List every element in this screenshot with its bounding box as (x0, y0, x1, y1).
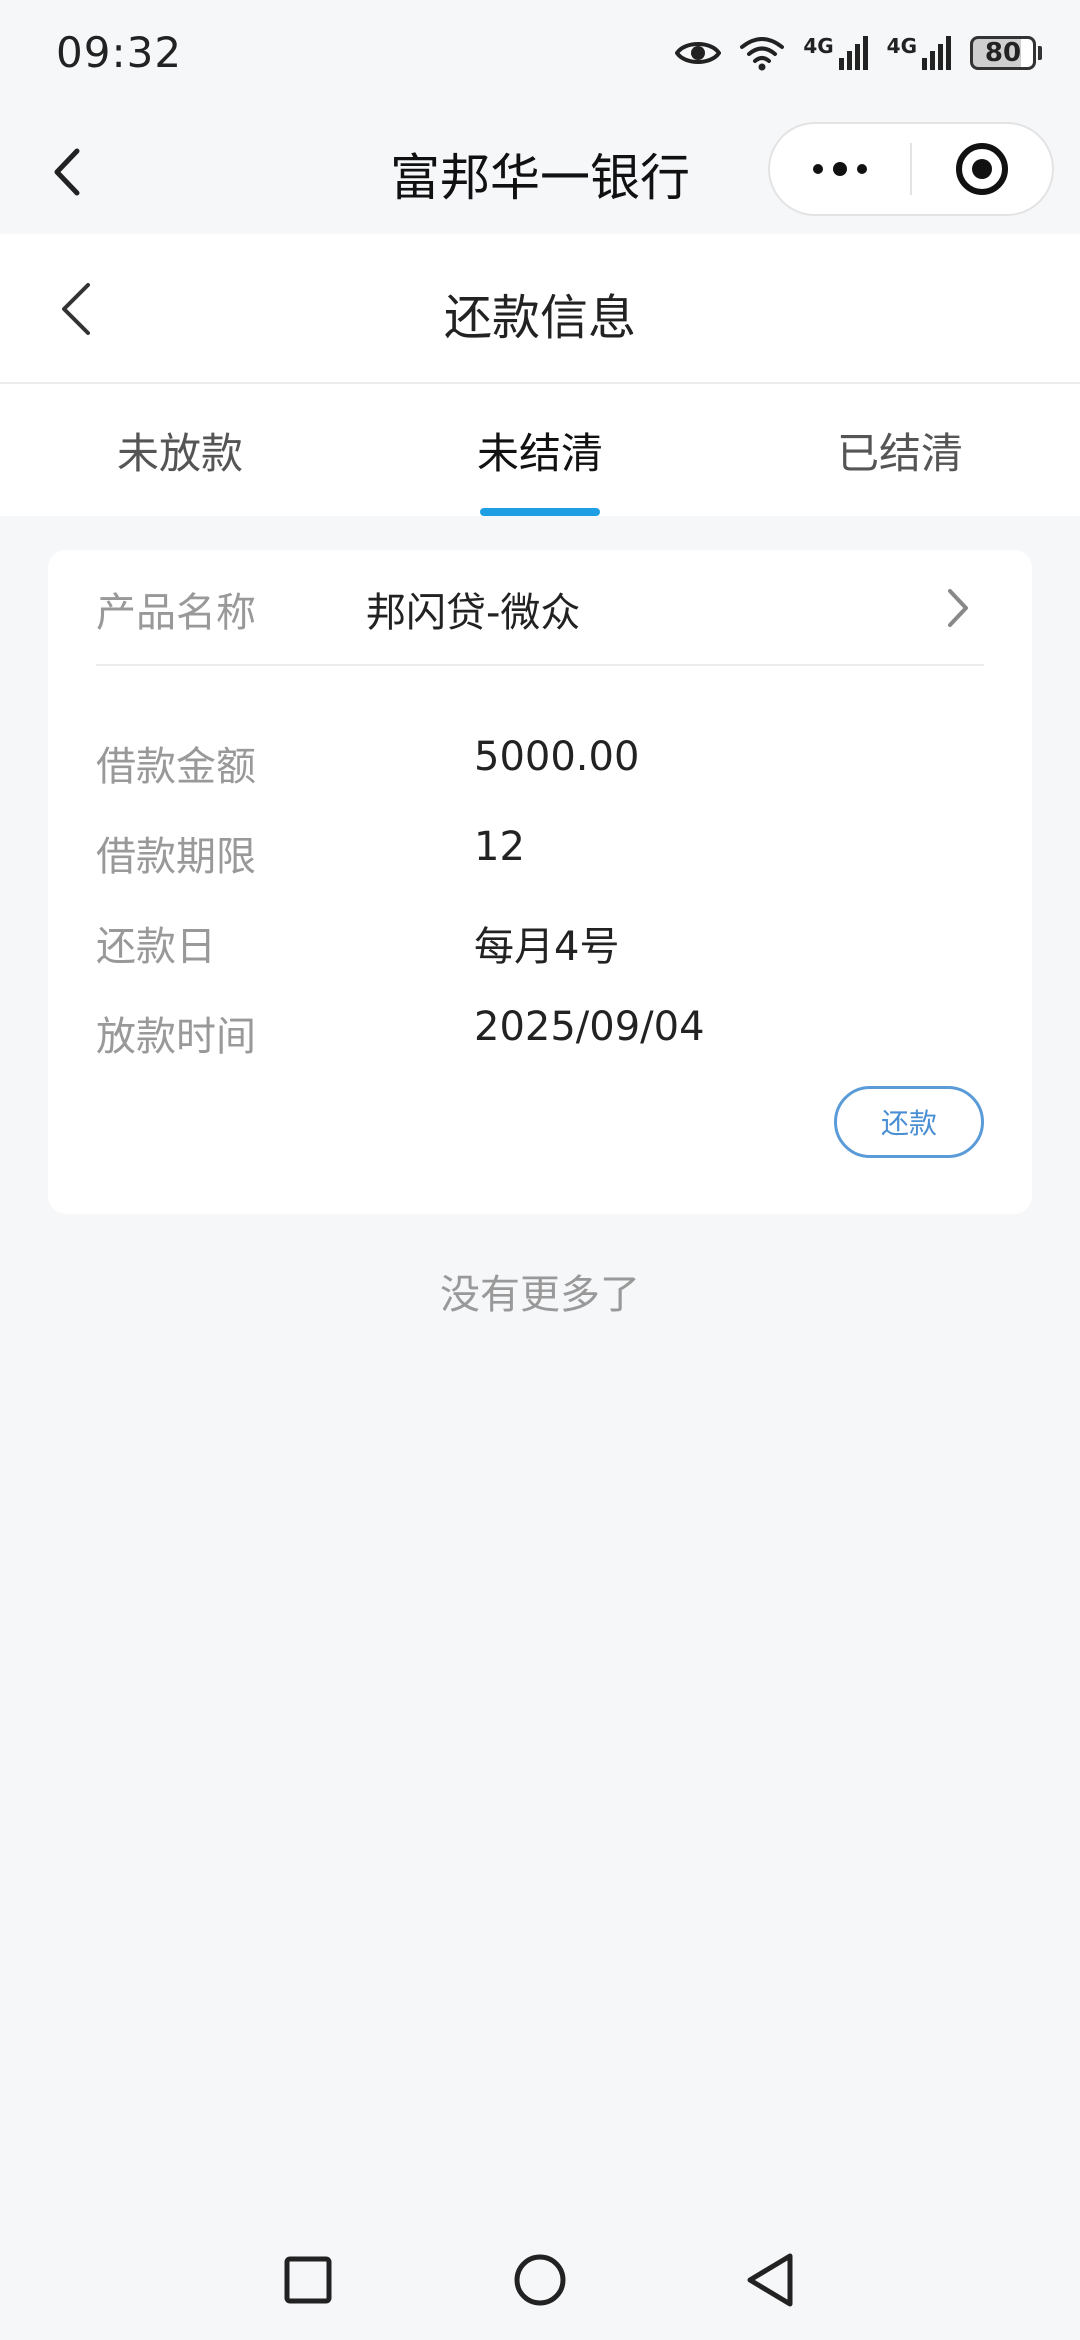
more-dots-icon (813, 162, 867, 176)
no-more-text: 没有更多了 (440, 1272, 640, 1318)
back-button[interactable] (734, 2244, 806, 2316)
status-icons: 4G 4G 80 (675, 28, 1042, 78)
recents-button[interactable] (272, 2244, 344, 2316)
square-icon (284, 2256, 332, 2304)
loan-term-row: 借款期限 12 (96, 820, 984, 880)
home-button[interactable] (504, 2244, 576, 2316)
product-label: 产品名称 (96, 590, 256, 636)
loan-term-label: 借款期限 (96, 834, 256, 880)
repayment-day-value: 每月4号 (474, 924, 620, 970)
product-name: 邦闪贷-微众 (366, 590, 581, 636)
chevron-right-icon (938, 586, 978, 630)
repayment-day-row: 还款日 每月4号 (96, 910, 984, 970)
tab-label: 未放款 (116, 428, 243, 478)
repayment-day-label: 还款日 (96, 924, 216, 970)
status-bar: 09:32 4G 4G 80 (0, 0, 1080, 110)
signal-2: 4G (887, 36, 952, 70)
signal-bars-icon (838, 36, 868, 70)
target-close-icon (956, 143, 1008, 195)
mini-program-navbar: 富邦华一银行 (0, 110, 1080, 234)
mini-program-capsule (768, 122, 1054, 216)
active-tab-indicator (480, 508, 600, 516)
disbursement-time-row: 放款时间 2025/09/04 (96, 1000, 984, 1060)
tab-not-disbursed[interactable]: 未放款 (0, 384, 360, 516)
close-mini-program-button[interactable] (912, 124, 1052, 214)
eye-icon (675, 38, 722, 68)
wifi-icon (739, 35, 785, 71)
signal-bars-icon (922, 36, 951, 70)
battery-level: 80 (970, 36, 1036, 70)
repay-button[interactable]: 还款 (834, 1086, 984, 1158)
disbursement-time-label: 放款时间 (96, 1014, 256, 1060)
network-type-label: 4G (803, 34, 834, 58)
loan-amount-value: 5000.00 (474, 734, 640, 780)
loan-amount-row: 借款金额 5000.00 (96, 730, 984, 790)
network-type-label: 4G (886, 34, 917, 58)
status-time: 09:32 (56, 28, 183, 77)
tab-label: 已结清 (836, 428, 963, 478)
disbursement-time-value: 2025/09/04 (474, 1004, 705, 1050)
page-title: 还款信息 (443, 290, 636, 346)
product-row[interactable]: 产品名称 邦闪贷-微众 (96, 550, 984, 666)
triangle-back-icon (747, 2253, 793, 2307)
circle-icon (514, 2254, 566, 2306)
signal-1: 4G (803, 36, 868, 70)
system-navigation-bar (0, 2220, 1080, 2340)
loan-amount-label: 借款金额 (96, 744, 256, 790)
tab-label: 未结清 (476, 428, 603, 478)
page-header: 还款信息 (0, 234, 1080, 384)
loan-card: 产品名称 邦闪贷-微众 借款金额 5000.00 借款期限 12 还款日 每月4… (48, 550, 1032, 1214)
more-options-button[interactable] (770, 124, 910, 214)
tab-settled[interactable]: 已结清 (720, 384, 1080, 516)
status-tabs: 未放款 未结清 已结清 (0, 384, 1080, 516)
battery-icon: 80 (970, 36, 1042, 70)
tab-outstanding[interactable]: 未结清 (360, 384, 720, 516)
loan-term-value: 12 (474, 824, 525, 870)
